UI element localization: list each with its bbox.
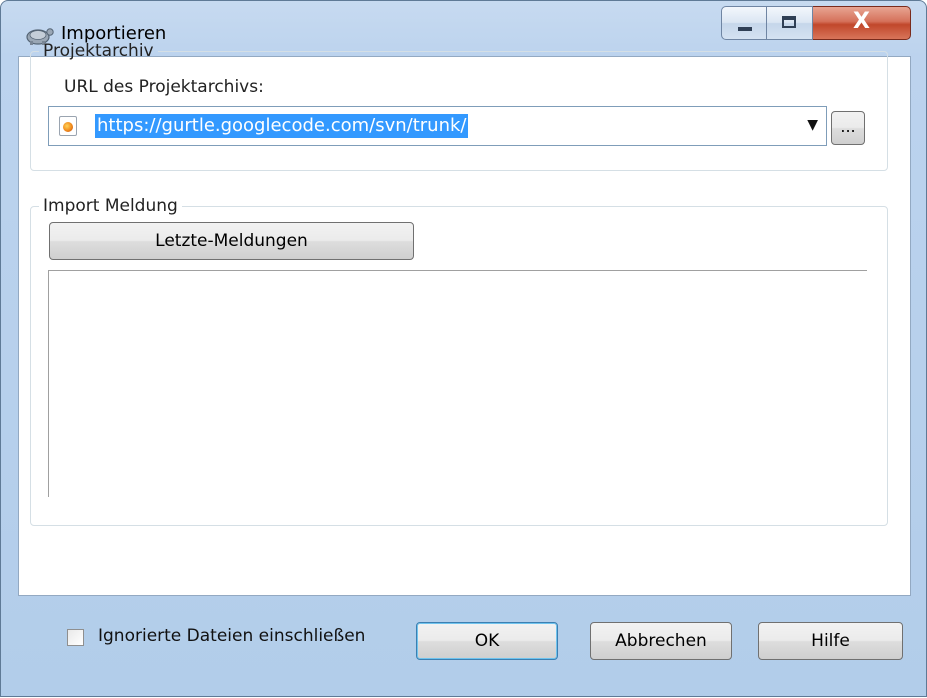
close-icon: X	[853, 9, 870, 34]
close-button[interactable]: X	[813, 6, 911, 40]
dropdown-arrow-icon[interactable]: ▼	[807, 117, 818, 133]
recent-messages-button[interactable]: Letzte-Meldungen	[49, 222, 414, 260]
maximize-button[interactable]	[767, 6, 813, 40]
ok-button[interactable]: OK	[416, 622, 558, 660]
import-dialog-window: Importieren X Projektarchiv URL des Proj…	[0, 0, 927, 697]
include-ignored-label[interactable]: Ignorierte Dateien einschließen	[98, 626, 365, 646]
include-ignored-checkbox[interactable]	[67, 629, 84, 646]
repository-group-legend: Projektarchiv	[43, 41, 154, 61]
firefox-document-icon	[59, 116, 77, 136]
maximize-icon	[782, 16, 796, 28]
url-input[interactable]: https://gurtle.googlecode.com/svn/trunk/	[95, 114, 469, 138]
minimize-icon	[738, 27, 752, 31]
cancel-button[interactable]: Abbrechen	[590, 622, 732, 660]
browse-button[interactable]: ...	[831, 111, 865, 145]
dialog-footer: Ignorierte Dateien einschließen OK Abbre…	[1, 596, 926, 698]
import-message-textarea[interactable]	[48, 270, 867, 497]
url-combobox[interactable]: https://gurtle.googlecode.com/svn/trunk/…	[48, 106, 827, 146]
help-button[interactable]: Hilfe	[758, 622, 903, 660]
url-label: URL des Projektarchivs:	[64, 77, 264, 97]
import-message-legend: Import Meldung	[43, 196, 178, 216]
minimize-button[interactable]	[721, 6, 767, 40]
